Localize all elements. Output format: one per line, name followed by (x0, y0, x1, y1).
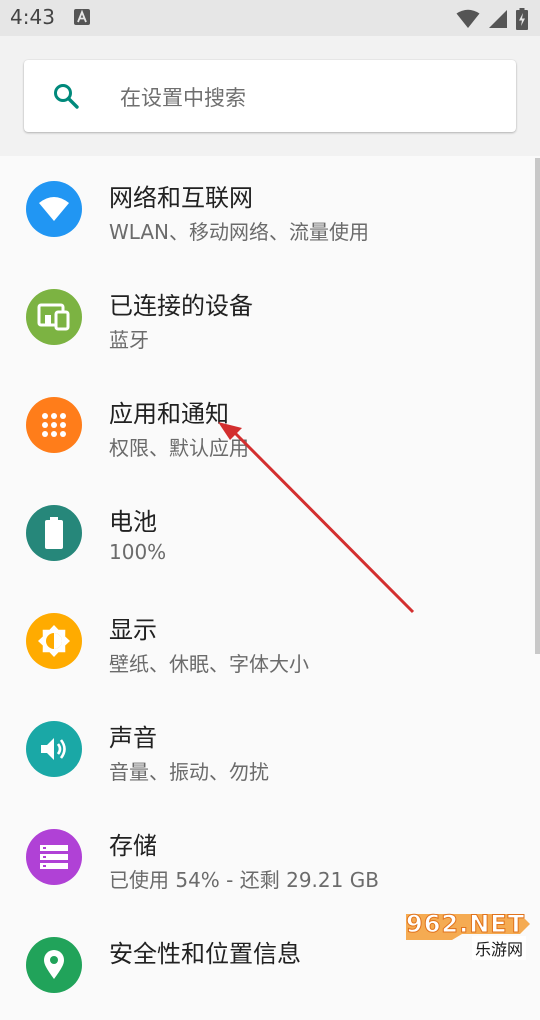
status-bar: 4:43 (0, 0, 540, 36)
storage-icon (26, 829, 82, 885)
settings-item-storage[interactable]: 存储 已使用 54% - 还剩 29.21 GB (0, 804, 540, 912)
brightness-icon (26, 613, 82, 669)
watermark-logo: 962.NET 乐游网 (402, 910, 536, 960)
settings-item-subtitle: 蓝牙 (109, 328, 149, 352)
settings-item-title: 存储 (109, 832, 157, 860)
search-area: 在设置中搜索 (0, 36, 540, 156)
battery-icon (26, 505, 82, 561)
settings-list: 网络和互联网 WLAN、移动网络、流量使用 已连接的设备 蓝牙 应用和通知 权限 (0, 156, 540, 1020)
settings-item-title: 显示 (109, 616, 157, 644)
watermark-text: 962.NET (405, 910, 526, 939)
status-time: 4:43 (10, 5, 55, 29)
volume-icon (26, 721, 82, 777)
settings-item-subtitle: 权限、默认应用 (109, 436, 249, 460)
wifi-icon (456, 9, 480, 28)
search-icon[interactable] (52, 82, 80, 110)
scrollbar[interactable] (535, 158, 540, 654)
wifi-icon (26, 181, 82, 237)
status-icons (456, 8, 528, 30)
location-icon (26, 937, 82, 993)
settings-item-title: 电池 (109, 508, 157, 536)
settings-item-subtitle: 已使用 54% - 还剩 29.21 GB (109, 868, 379, 892)
settings-item-sound[interactable]: 声音 音量、振动、勿扰 (0, 696, 540, 804)
settings-item-network[interactable]: 网络和互联网 WLAN、移动网络、流量使用 (0, 156, 540, 264)
settings-item-apps-notifications[interactable]: 应用和通知 权限、默认应用 (0, 372, 540, 480)
settings-item-subtitle: 100% (109, 540, 167, 564)
settings-item-battery[interactable]: 电池 100% (0, 480, 540, 588)
settings-item-connected-devices[interactable]: 已连接的设备 蓝牙 (0, 264, 540, 372)
search-input[interactable]: 在设置中搜索 (120, 82, 246, 112)
settings-item-subtitle: WLAN、移动网络、流量使用 (109, 220, 370, 244)
apps-grid-icon (26, 397, 82, 453)
watermark-subtext: 乐游网 (472, 936, 527, 960)
settings-item-title: 网络和互联网 (109, 184, 253, 212)
settings-item-title: 已连接的设备 (109, 292, 253, 320)
settings-item-display[interactable]: 显示 壁纸、休眠、字体大小 (0, 588, 540, 696)
battery-charging-icon (516, 8, 528, 30)
settings-item-subtitle: 音量、振动、勿扰 (109, 760, 269, 784)
a-letter-icon (74, 9, 90, 25)
settings-item-title: 安全性和位置信息 (109, 940, 301, 968)
settings-item-title: 应用和通知 (109, 400, 229, 428)
settings-item-title: 声音 (109, 724, 157, 752)
devices-icon (26, 289, 82, 345)
settings-item-subtitle: 壁纸、休眠、字体大小 (109, 652, 309, 676)
signal-icon (489, 10, 507, 28)
search-bar[interactable]: 在设置中搜索 (24, 60, 516, 132)
